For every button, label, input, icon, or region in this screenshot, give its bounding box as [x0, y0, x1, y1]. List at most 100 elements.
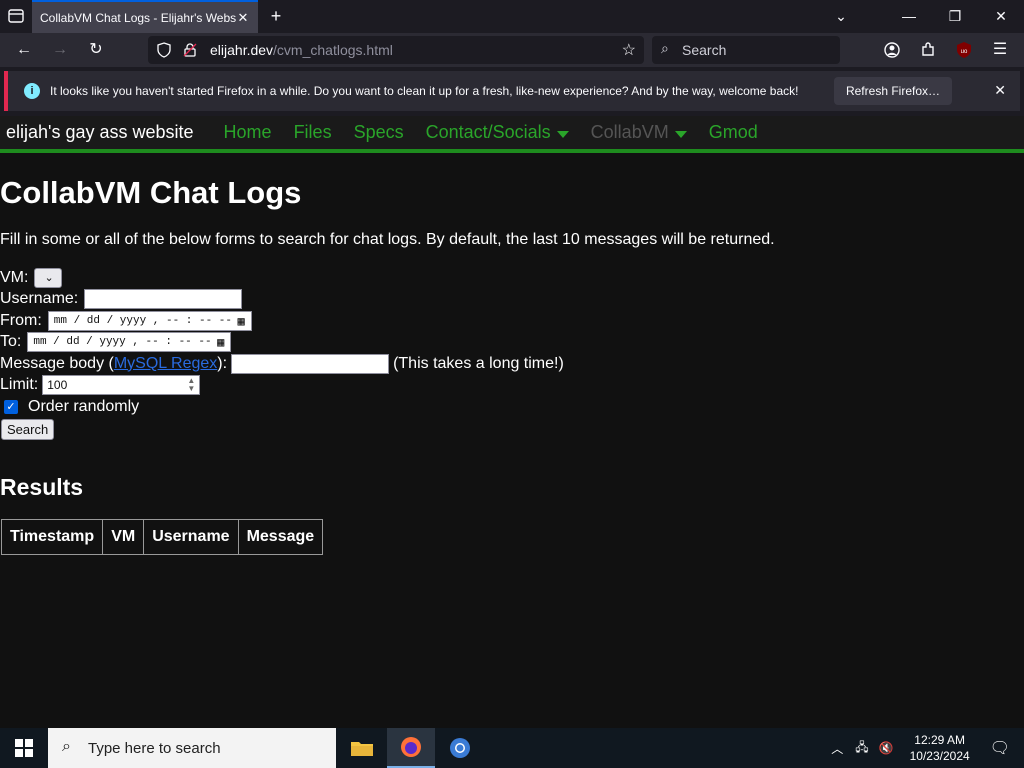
nav-collabvm-label: CollabVM [590, 122, 669, 142]
results-heading: Results [0, 473, 84, 500]
restore-icon[interactable]: ❐ [932, 0, 978, 33]
from-row: From: mm / dd / yyyy , -- : -- -- ▦ [0, 310, 1024, 332]
network-icon[interactable]: 🖧 [855, 738, 868, 759]
close-tab-icon[interactable]: ✕ [236, 10, 250, 25]
bookmark-star-icon[interactable]: ☆ [622, 40, 636, 60]
file-explorer-icon[interactable] [338, 728, 386, 768]
results-table: Timestamp VM Username Message [0, 518, 324, 555]
search-icon: ⌕ [62, 738, 71, 755]
from-datetime-input[interactable]: mm / dd / yyyy , -- : -- -- ▦ [47, 310, 252, 331]
chrome-icon[interactable] [436, 728, 484, 768]
search-bar[interactable]: ⌕ Search [652, 36, 840, 64]
clock-time: 12:29 AM [914, 733, 965, 747]
chevron-down-icon [674, 131, 687, 138]
page-title: CollabVM Chat Logs [0, 175, 302, 210]
refresh-firefox-button[interactable]: Refresh Firefox… [833, 77, 952, 105]
from-label: From: [0, 311, 42, 329]
order-randomly-checkbox[interactable]: ✓ [4, 399, 18, 414]
notifications-icon[interactable]: 🗨 [990, 738, 1010, 758]
nav-toolbar: ← → ↻ elijahr.dev/cvm_chatlogs.html ☆ ⌕ … [0, 33, 1024, 67]
limit-row: Limit: 100 ▲ ▼ [0, 375, 1024, 397]
tab-active[interactable]: CollabVM Chat Logs - Elijahr's Webs ✕ [32, 0, 258, 33]
ublock-origin-icon[interactable]: uo [954, 40, 974, 60]
url-bar[interactable]: elijahr.dev/cvm_chatlogs.html ☆ [148, 36, 644, 64]
to-label: To: [0, 333, 22, 351]
calendar-icon[interactable]: ▦ [238, 314, 245, 329]
order-randomly-label: Order randomly [28, 397, 140, 415]
browser-chrome: CollabVM Chat Logs - Elijahr's Webs ✕ + … [0, 0, 1024, 116]
clock-date: 10/23/2024 [909, 749, 970, 763]
message-body-input[interactable] [231, 353, 390, 374]
reload-icon[interactable]: ↻ [86, 40, 106, 60]
header-timestamp: Timestamp [0, 518, 104, 555]
nav-files[interactable]: Files [294, 122, 332, 143]
search-placeholder: Search [682, 42, 727, 58]
nav-gmod[interactable]: Gmod [709, 122, 758, 143]
header-username: Username [143, 518, 239, 555]
shield-icon[interactable] [156, 42, 172, 58]
back-icon[interactable]: ← [14, 40, 34, 60]
svg-text:uo: uo [961, 49, 968, 55]
volume-muted-icon[interactable]: 🔇 [879, 741, 894, 755]
clock[interactable]: 12:29 AM 10/23/2024 [910, 732, 970, 764]
start-button[interactable] [0, 728, 48, 768]
table-header-row: Timestamp VM Username Message [0, 518, 324, 555]
username-label: Username: [0, 290, 79, 308]
taskbar: ⌕ Type here to search ︿ 🖧 🔇 12:29 AM 10/… [0, 728, 1024, 768]
list-all-tabs-icon[interactable]: ⌄ [818, 0, 864, 33]
username-input[interactable] [84, 289, 243, 310]
forward-icon[interactable]: → [50, 40, 70, 60]
vm-select[interactable]: ⌄ [34, 267, 63, 288]
username-row: Username: [0, 289, 1024, 311]
message-row: Message body (MySQL Regex): (This takes … [0, 353, 1024, 375]
nav-specs[interactable]: Specs [354, 122, 404, 143]
windows-logo-icon [15, 739, 33, 757]
system-tray: ︿ 🖧 🔇 12:29 AM 10/23/2024 🗨 [825, 728, 1024, 768]
search-button[interactable]: Search [1, 419, 55, 440]
page-lead: Fill in some or all of the below forms t… [0, 231, 775, 248]
nav-collabvm[interactable]: CollabVM [591, 122, 687, 143]
tab-title: CollabVM Chat Logs - Elijahr's Webs [40, 10, 236, 25]
tab-list-icon[interactable] [6, 6, 26, 26]
lock-icon[interactable] [182, 42, 198, 58]
message-prefix: Message body ( [0, 354, 114, 372]
firefox-icon[interactable] [387, 728, 435, 768]
chevron-down-icon [556, 131, 569, 138]
from-placeholder: mm / dd / yyyy , -- : -- -- [53, 314, 233, 327]
notification-bar: i It looks like you haven't started Fire… [4, 71, 1020, 111]
limit-value: 100 [47, 378, 68, 393]
order-row: ✓ Order randomly [0, 396, 1024, 418]
info-icon: i [24, 83, 40, 99]
close-window-icon[interactable]: ✕ [978, 0, 1024, 33]
to-datetime-input[interactable]: mm / dd / yyyy , -- : -- -- ▦ [27, 332, 232, 353]
account-icon[interactable] [882, 40, 902, 60]
mysql-regex-link[interactable]: MySQL Regex [114, 355, 217, 373]
menu-icon[interactable]: ☰ [990, 40, 1010, 60]
to-placeholder: mm / dd / yyyy , -- : -- -- [33, 336, 212, 349]
calendar-icon[interactable]: ▦ [217, 335, 224, 350]
search-row: Search [0, 418, 1024, 442]
chevron-down-icon: ⌄ [44, 271, 54, 284]
url-path: /cvm_chatlogs.html [273, 42, 393, 58]
chevron-up-icon[interactable]: ︿ [831, 740, 843, 757]
notification-message: It looks like you haven't started Firefo… [50, 84, 799, 98]
site-navbar: elijah's gay ass website Home Files Spec… [0, 116, 1024, 153]
spinner-icon[interactable]: ▲ ▼ [187, 377, 195, 393]
taskbar-search-placeholder: Type here to search [88, 739, 221, 757]
site-brand[interactable]: elijah's gay ass website [6, 122, 194, 143]
nav-contact-socials[interactable]: Contact/Socials [426, 122, 569, 143]
header-vm: VM [102, 518, 145, 555]
limit-input[interactable]: 100 ▲ ▼ [42, 375, 201, 396]
nav-home[interactable]: Home [224, 122, 272, 143]
limit-label: Limit: [0, 376, 39, 394]
close-notification-icon[interactable]: ✕ [994, 82, 1006, 99]
taskbar-search[interactable]: ⌕ Type here to search [48, 728, 336, 768]
search-icon: ⌕ [661, 40, 669, 56]
minimize-icon[interactable]: — [886, 0, 932, 33]
url-host: elijahr.dev [210, 42, 274, 58]
message-note: (This takes a long time!) [393, 354, 564, 372]
message-suffix: ): [217, 354, 228, 372]
new-tab-icon[interactable]: + [266, 6, 286, 26]
vm-row: VM: ⌄ [0, 267, 1024, 289]
extensions-icon[interactable] [918, 40, 938, 60]
